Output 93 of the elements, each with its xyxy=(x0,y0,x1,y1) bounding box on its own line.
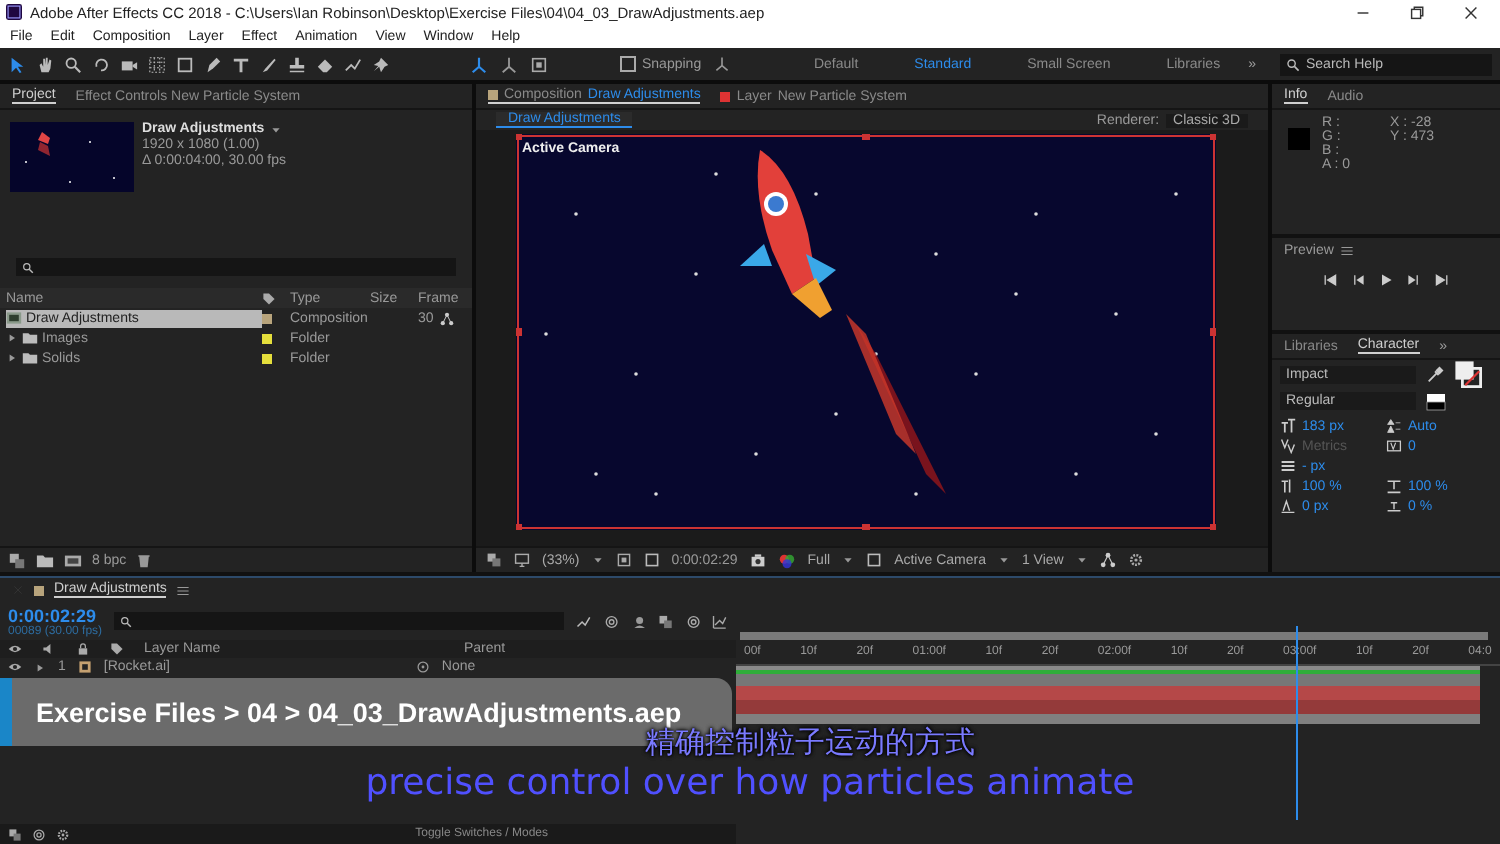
brush-tool-icon[interactable] xyxy=(260,55,278,73)
label-icon[interactable] xyxy=(262,291,276,305)
audio-toggle-icon[interactable] xyxy=(42,642,56,656)
caret-icon[interactable] xyxy=(997,554,1010,566)
pin-tool-icon[interactable] xyxy=(372,55,390,73)
file-path-text: Exercise Files > 04 > 04_03_DrawAdjustments.aep xyxy=(34,697,682,727)
baseline-shift-icon xyxy=(1280,498,1296,514)
leading-icon xyxy=(1386,418,1402,434)
monitor-icon[interactable] xyxy=(514,552,530,568)
view-axis-icon[interactable] xyxy=(530,55,548,73)
kerning-icon xyxy=(1280,438,1296,454)
snapping-checkbox[interactable] xyxy=(620,56,636,72)
project-search-field[interactable] xyxy=(16,258,456,276)
next-frame-icon[interactable] xyxy=(1406,272,1422,288)
transfer-controls-icon[interactable] xyxy=(32,827,46,841)
current-time-display[interactable]: 0:00:02:29 xyxy=(8,605,103,625)
app-logo-icon xyxy=(6,4,22,20)
selection-tool-icon[interactable] xyxy=(8,55,26,73)
hand-tool-icon[interactable] xyxy=(36,55,54,73)
label-color-swatch[interactable] xyxy=(262,333,272,343)
color-sample xyxy=(1288,128,1310,150)
region-of-interest-icon[interactable] xyxy=(643,552,660,568)
video-toggle-icon[interactable] xyxy=(8,642,22,656)
stamp-tool-icon[interactable] xyxy=(288,55,306,73)
label-color-swatch[interactable] xyxy=(262,313,272,323)
search-icon xyxy=(22,261,34,273)
always-preview-icon[interactable] xyxy=(486,552,502,568)
search-icon xyxy=(120,615,133,627)
new-folder-icon[interactable] xyxy=(36,551,54,569)
trash-icon[interactable] xyxy=(136,552,153,568)
close-icon[interactable] xyxy=(1462,3,1480,21)
font-size-icon xyxy=(1280,418,1296,434)
pan-behind-tool-icon[interactable] xyxy=(148,55,166,73)
snapshot-icon[interactable] xyxy=(749,552,766,568)
subtitle-chinese: 精确控制粒子运动的方式 xyxy=(645,724,975,762)
motion-blur-icon[interactable] xyxy=(685,613,701,629)
menu-icon[interactable] xyxy=(1339,244,1354,258)
rectangle-tool-icon[interactable] xyxy=(176,55,194,73)
type-tool-icon[interactable] xyxy=(232,55,250,73)
tracking-icon xyxy=(1386,438,1402,454)
restore-icon[interactable] xyxy=(1408,3,1426,21)
search-icon xyxy=(1286,57,1300,71)
default-colors-icon[interactable] xyxy=(1426,391,1446,411)
caret-icon[interactable] xyxy=(591,554,604,566)
color-channels-icon[interactable] xyxy=(777,551,796,569)
draft-3d-icon[interactable] xyxy=(603,613,619,629)
zoom-tool-icon[interactable] xyxy=(64,55,82,73)
play-icon[interactable] xyxy=(1378,272,1394,288)
caret-icon[interactable] xyxy=(270,123,283,135)
eraser-tool-icon[interactable] xyxy=(316,55,334,73)
layer-search-field[interactable] xyxy=(114,612,565,630)
composition-icon xyxy=(6,310,22,326)
subtitle-english: precise control over how particles animate xyxy=(365,762,1135,804)
lock-icon[interactable] xyxy=(76,642,90,656)
grid-icon[interactable] xyxy=(615,552,632,568)
composition-mini-flowchart-icon[interactable] xyxy=(576,613,592,629)
pen-tool-icon[interactable] xyxy=(204,55,222,73)
new-composition-icon[interactable] xyxy=(64,551,82,569)
layer-type-icon[interactable] xyxy=(77,660,92,674)
last-frame-icon[interactable] xyxy=(1434,272,1450,288)
roto-brush-tool-icon[interactable] xyxy=(344,55,362,73)
render-time-icon[interactable] xyxy=(56,827,70,841)
world-axis-icon[interactable] xyxy=(500,55,518,73)
flowchart-icon[interactable] xyxy=(439,311,454,325)
pick-whip-icon[interactable] xyxy=(415,660,430,674)
label-icon[interactable] xyxy=(110,642,124,656)
stroke-width-icon xyxy=(1280,458,1296,474)
settings-icon[interactable] xyxy=(1127,552,1144,568)
fill-stroke-icon[interactable] xyxy=(1454,360,1482,388)
eyedropper-icon[interactable] xyxy=(1426,365,1444,383)
expand-arrow-icon[interactable] xyxy=(34,661,46,673)
interpret-footage-icon[interactable] xyxy=(8,551,26,569)
vertical-scale-icon xyxy=(1280,478,1296,494)
snap-options-icon[interactable] xyxy=(713,56,730,72)
menu-icon[interactable] xyxy=(176,583,191,597)
rotate-tool-icon[interactable] xyxy=(92,55,110,73)
tsume-icon xyxy=(1386,498,1402,514)
toggle-transparency-icon[interactable] xyxy=(866,552,883,568)
flowchart-icon[interactable] xyxy=(1099,552,1116,568)
composition-thumbnail xyxy=(10,122,134,192)
layer-switches-icon[interactable] xyxy=(8,827,22,841)
shy-layers-icon[interactable] xyxy=(631,613,647,629)
graph-editor-icon[interactable] xyxy=(712,613,728,629)
horizontal-scale-icon xyxy=(1386,478,1402,494)
previous-frame-icon[interactable] xyxy=(1350,272,1366,288)
eye-icon[interactable] xyxy=(8,660,22,674)
caret-icon[interactable] xyxy=(842,554,855,566)
local-axis-icon[interactable] xyxy=(470,55,488,73)
first-frame-icon[interactable] xyxy=(1322,272,1338,288)
label-color-swatch[interactable] xyxy=(262,353,272,363)
caret-icon[interactable] xyxy=(1075,554,1088,566)
camera-tool-icon[interactable] xyxy=(120,55,138,73)
frame-blending-icon[interactable] xyxy=(658,613,674,629)
